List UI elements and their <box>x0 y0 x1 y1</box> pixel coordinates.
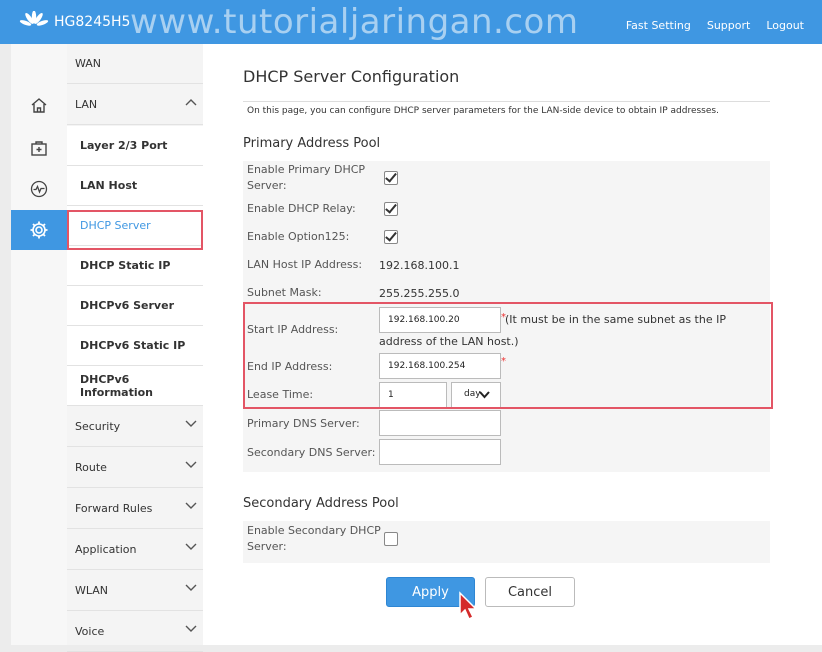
maintenance-nav[interactable] <box>11 128 67 168</box>
sidebar-icon-column <box>11 44 67 645</box>
main-content: DHCP Server Configuration On this page, … <box>203 44 822 645</box>
sidebar-item-dhcpv6-server[interactable]: DHCPv6 Server <box>67 286 203 326</box>
sidebar-item-label: Security <box>75 420 121 433</box>
sidebar-item-label: Forward Rules <box>75 502 153 515</box>
sidebar-item-label: LAN <box>75 98 98 111</box>
enable-secondary-checkbox[interactable] <box>384 532 398 546</box>
watermark: www.tutorialjaringan.com <box>130 2 579 42</box>
top-bar: HG8245H5 www.tutorialjaringan.com Fast S… <box>0 0 822 44</box>
ip-range-highlight <box>243 302 773 409</box>
sidebar-item-voice[interactable]: Voice <box>67 612 203 652</box>
sidebar-item-label: Route <box>75 461 107 474</box>
mouse-pointer-icon <box>459 591 478 621</box>
sidebar-item-label: DHCPv6 Information <box>80 372 153 399</box>
subnet-mask-value: 255.255.255.0 <box>379 287 460 300</box>
sidebar-item-route[interactable]: Route <box>67 448 203 488</box>
secondary-dns-label: Secondary DNS Server: <box>247 446 376 459</box>
home-nav[interactable] <box>11 85 67 125</box>
enable-option125-checkbox[interactable] <box>384 230 398 244</box>
primary-pool-heading: Primary Address Pool <box>243 136 381 151</box>
enable-option125-label: Enable Option125: <box>247 230 350 243</box>
secondary-pool-panel: Enable Secondary DHCP Server: <box>243 521 770 563</box>
enable-primary-label: Enable Primary DHCP Server: <box>247 163 366 192</box>
enable-relay-checkbox[interactable] <box>384 202 398 216</box>
chevron-down-icon <box>185 461 197 468</box>
primary-dns-input[interactable] <box>379 410 501 436</box>
device-model: HG8245H5 <box>54 14 131 30</box>
sidebar-item-dhcpv6-static-ip[interactable]: DHCPv6 Static IP <box>67 326 203 366</box>
enable-secondary-label: Enable Secondary DHCP Server: <box>247 524 381 553</box>
chevron-up-icon <box>185 99 197 106</box>
medical-box-icon <box>31 141 47 156</box>
sidebar-item-label: WLAN <box>75 584 109 597</box>
sidebar-item-lan[interactable]: LAN <box>67 85 203 125</box>
heartbeat-icon <box>30 180 48 198</box>
lan-host-ip-value: 192.168.100.1 <box>379 259 460 272</box>
sidebar-item-label: WAN <box>75 57 102 70</box>
chevron-down-icon <box>185 543 197 550</box>
advanced-nav[interactable] <box>11 210 67 250</box>
chevron-down-icon <box>185 502 197 509</box>
home-icon <box>31 98 47 113</box>
sidebar-item-label: LAN Host <box>80 179 138 192</box>
sidebar-item-label: Voice <box>75 625 105 638</box>
gear-icon <box>30 221 48 239</box>
sidebar-item-label: Application <box>75 543 137 556</box>
sidebar-item-label: DHCPv6 Server <box>80 299 174 312</box>
sidebar-item-layer23-port[interactable]: Layer 2/3 Port <box>67 126 203 166</box>
page-description: On this page, you can configure DHCP ser… <box>247 106 719 116</box>
title-divider <box>243 101 770 102</box>
secondary-dns-input[interactable] <box>379 439 501 465</box>
lan-host-ip-label: LAN Host IP Address: <box>247 258 363 271</box>
page-title: DHCP Server Configuration <box>243 67 460 86</box>
status-nav[interactable] <box>11 169 67 209</box>
sidebar-item-forward-rules[interactable]: Forward Rules <box>67 489 203 529</box>
fast-setting-link[interactable]: Fast Setting <box>626 19 691 32</box>
secondary-pool-heading: Secondary Address Pool <box>243 496 399 511</box>
chevron-down-icon <box>185 625 197 632</box>
enable-primary-checkbox[interactable] <box>384 171 398 185</box>
logout-link[interactable]: Logout <box>766 19 804 32</box>
subnet-mask-label: Subnet Mask: <box>247 286 322 299</box>
sidebar-item-label: DHCPv6 Static IP <box>80 339 186 352</box>
dhcp-server-highlight <box>67 210 203 250</box>
sidebar-item-security[interactable]: Security <box>67 407 203 447</box>
primary-dns-label: Primary DNS Server: <box>247 417 360 430</box>
sidebar-item-application[interactable]: Application <box>67 530 203 570</box>
chevron-down-icon <box>185 420 197 427</box>
sidebar-item-dhcp-static-ip[interactable]: DHCP Static IP <box>67 246 203 286</box>
sidebar-item-dhcpv6-information[interactable]: DHCPv6 Information <box>67 366 203 406</box>
enable-relay-label: Enable DHCP Relay: <box>247 202 356 215</box>
sidebar-item-wan[interactable]: WAN <box>67 44 203 84</box>
sidebar-item-label: Layer 2/3 Port <box>80 139 168 152</box>
support-link[interactable]: Support <box>707 19 750 32</box>
header-links: Fast Setting Support Logout <box>626 19 804 32</box>
sidebar-item-lan-host[interactable]: LAN Host <box>67 166 203 206</box>
cancel-button[interactable]: Cancel <box>485 577 575 607</box>
sidebar-menu: WAN LAN Layer 2/3 Port LAN Host DHCP Ser… <box>67 44 203 652</box>
huawei-logo <box>19 11 49 26</box>
sidebar-item-wlan[interactable]: WLAN <box>67 571 203 611</box>
chevron-down-icon <box>185 584 197 591</box>
sidebar-item-label: DHCP Static IP <box>80 259 171 272</box>
